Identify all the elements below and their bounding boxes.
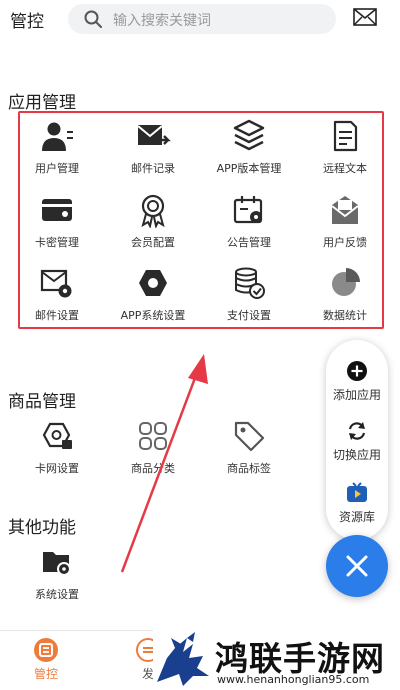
nav-item-control[interactable]: 管控 — [16, 637, 76, 682]
section-title-goods-manage: 商品管理 — [8, 392, 76, 412]
nav-item-label: 管控 — [33, 667, 58, 681]
fab-item-label: 切换应用 — [332, 448, 381, 462]
folder-settings-icon — [43, 552, 71, 576]
tv-icon — [347, 482, 367, 502]
goods-item-label: 卡网设置 — [35, 462, 79, 475]
highlight-box — [18, 111, 384, 329]
watermark-url: www.henanhonglian95.com — [217, 673, 370, 686]
goods-item-card-network[interactable]: 卡网设置 — [10, 418, 104, 482]
fab-item-label: 添加应用 — [332, 388, 381, 402]
fab-resource-lib[interactable]: 资源库 — [326, 482, 388, 525]
add-circle-icon — [347, 361, 367, 381]
fab-switch-app[interactable]: 切换应用 — [326, 420, 388, 463]
fab-add-app[interactable]: 添加应用 — [326, 360, 388, 403]
other-item-system-settings[interactable]: 系统设置 — [10, 544, 104, 608]
floating-menu: 添加应用 切换应用 资源库 — [326, 340, 388, 540]
search-placeholder: 输入搜索关键词 — [113, 13, 211, 29]
header: 管控 输入搜索关键词 — [0, 0, 400, 38]
other-item-label: 系统设置 — [35, 588, 79, 601]
close-icon — [346, 555, 368, 577]
search-input[interactable]: 输入搜索关键词 — [68, 4, 336, 34]
section-title-app-manage: 应用管理 — [8, 93, 76, 113]
watermark: 鸿联手游网 www.henanhonglian95.com — [153, 630, 400, 690]
control-icon — [34, 638, 58, 662]
search-icon — [84, 10, 102, 28]
mail-icon[interactable] — [353, 7, 377, 27]
switch-icon — [348, 422, 366, 440]
page-title: 管控 — [10, 12, 44, 32]
tag-icon — [234, 421, 265, 452]
hexagon-card-icon — [42, 422, 72, 449]
section-title-other: 其他功能 — [8, 518, 76, 538]
annotation-arrow — [120, 354, 208, 573]
fab-close-button[interactable] — [326, 535, 388, 597]
fab-item-label: 资源库 — [338, 510, 375, 524]
watermark-logo-icon — [157, 632, 209, 686]
